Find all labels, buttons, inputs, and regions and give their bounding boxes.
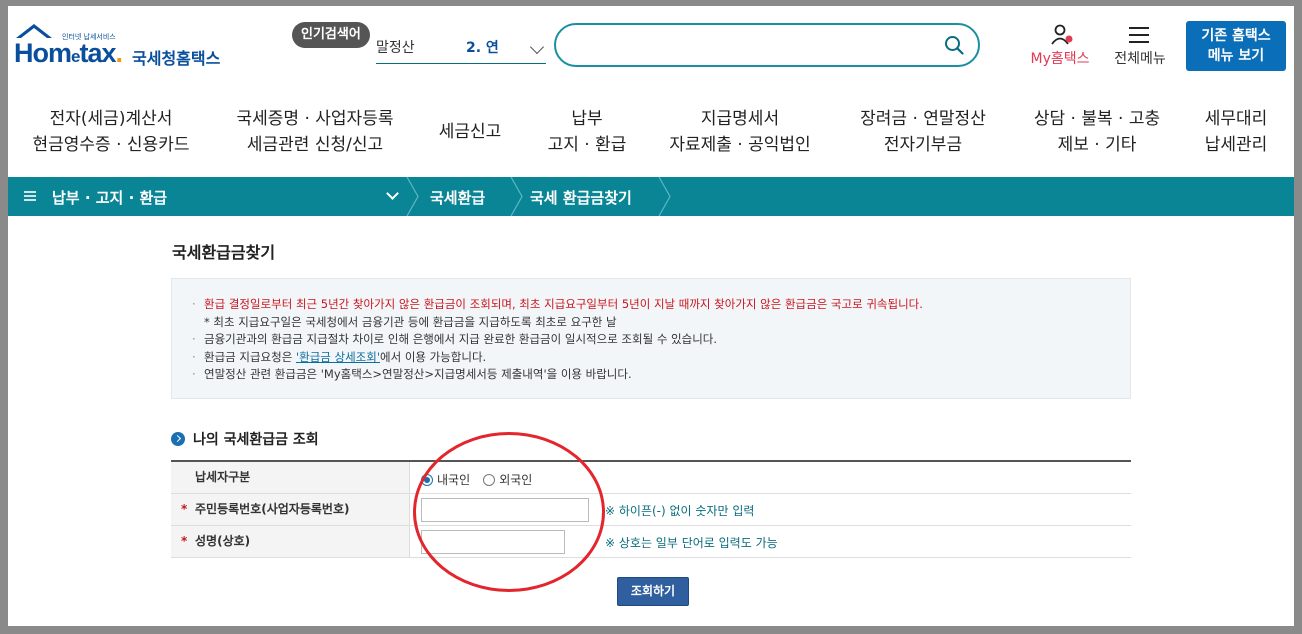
popular-search-select[interactable]: 말정산 2. 연: [376, 30, 546, 64]
name-hint: ※ 상호는 일부 단어로 입력도 가능: [605, 536, 778, 550]
breadcrumb-level1[interactable]: 납부 · 고지 · 환급: [52, 187, 167, 208]
my-hometax-label: My홈택스: [1030, 51, 1090, 67]
gnb-item-tax-filing[interactable]: 세금신고: [424, 119, 516, 145]
hamburger-menu-icon: [1129, 27, 1149, 43]
name-label: * 성명(상호): [171, 526, 410, 557]
chevron-down-icon[interactable]: [529, 39, 545, 55]
logo-name-kr: 국세청홈택스: [132, 49, 221, 68]
gnb-item-payment-refund[interactable]: 납부 고지 · 환급: [538, 106, 636, 158]
legacy-menu-line1: 기존 홈택스: [1201, 28, 1271, 44]
notice-item: · 환급 결정일로부터 최근 5년간 찾아가지 않은 환급금이 조회되며, 최초 …: [192, 297, 923, 311]
main-navigation: 전자(세금)계산서 현금영수증 · 신용카드 국세증명 · 사업자등록 세금관련 신…: [8, 88, 1294, 178]
breadcrumb-separator-icon: [406, 177, 419, 216]
breadcrumb-level3[interactable]: 국세 환급금찾기: [530, 187, 632, 208]
notice-subitem: * 최초 지급요구일은 국세청에서 금융기관 등에 환급금을 지급하도록 최초로…: [204, 314, 617, 329]
notice-item: · 환급금 지급요청은 '환급금 상세조회'에서 이용 가능합니다.: [192, 349, 487, 364]
search-submit-button[interactable]: 조회하기: [617, 577, 689, 606]
all-menu-button[interactable]: 전체메뉴: [1106, 22, 1174, 72]
name-input[interactable]: [421, 530, 565, 554]
gnb-item-incentive-yearend[interactable]: 장려금 · 연말정산 전자기부금: [848, 106, 998, 158]
legacy-menu-button[interactable]: 기존 홈택스 메뉴 보기: [1186, 21, 1286, 71]
radio-domestic[interactable]: 내국인: [421, 471, 470, 488]
legacy-menu-line2: 메뉴 보기: [1207, 48, 1265, 64]
section-title: 나의 국세환급금 조회: [171, 429, 319, 449]
id-number-hint: ※ 하이픈(-) 없이 숫자만 입력: [605, 504, 755, 518]
all-menu-label: 전체메뉴: [1114, 51, 1166, 67]
search-icon[interactable]: [944, 35, 964, 55]
form-row-name: * 성명(상호) ※ 상호는 일부 단어로 입력도 가능: [171, 526, 1131, 558]
id-number-input[interactable]: [421, 498, 589, 522]
search-bar[interactable]: [554, 23, 980, 67]
logo-brand: Hometax.: [14, 38, 123, 68]
form-row-taxpayer-type: 납세자구분 내국인 외국인: [171, 462, 1131, 494]
radio-foreign[interactable]: 외국인: [483, 471, 532, 488]
radio-checked-icon[interactable]: [421, 473, 433, 486]
popular-search-badge: 인기검색어: [292, 22, 370, 48]
site-header: 인터넷 납세서비스 Hometax. 국세청홈택스 인기검색어 말정산 2. 연…: [8, 6, 1294, 88]
breadcrumb: 납부 · 고지 · 환급 국세환급 국세 환급금찾기: [8, 177, 1294, 216]
notice-box: · 환급 결정일로부터 최근 5년간 찾아가지 않은 환급금이 조회되며, 최초 …: [171, 278, 1131, 399]
search-input[interactable]: [572, 33, 932, 57]
form-row-id-number: * 주민등록번호(사업자등록번호) ※ 하이픈(-) 없이 숫자만 입력: [171, 494, 1131, 526]
radio-unchecked-icon[interactable]: [483, 473, 496, 486]
popular-search-text: 말정산: [376, 39, 415, 56]
refund-search-form: 납세자구분 내국인 외국인 * 주민등록번호(사업자등록번호) ※ 하이픈(-) …: [171, 460, 1131, 558]
gnb-item-tax-agent[interactable]: 세무대리 납세관리: [1194, 106, 1278, 158]
breadcrumb-separator-icon: [658, 177, 671, 216]
user-icon: [1051, 24, 1073, 45]
refund-detail-link[interactable]: '환급금 상세조회': [296, 350, 380, 364]
page-title: 국세환급금찾기: [172, 243, 276, 262]
notice-item: · 연말정산 관련 환급금은 'My홈택스>연말정산>지급명세서등 제출내역'을 …: [192, 367, 632, 381]
my-hometax-button[interactable]: My홈택스: [1024, 22, 1096, 72]
arrow-circle-icon: [171, 432, 185, 446]
chevron-down-icon[interactable]: [386, 187, 399, 200]
id-number-label: * 주민등록번호(사업자등록번호): [171, 494, 410, 525]
breadcrumb-separator-icon: [510, 177, 523, 216]
gnb-item-certificates[interactable]: 국세증명 · 사업자등록 세금관련 신청/신고: [230, 106, 400, 158]
breadcrumb-level2[interactable]: 국세환급: [430, 187, 485, 208]
gnb-item-e-invoice[interactable]: 전자(세금)계산서 현금영수증 · 신용카드: [26, 106, 196, 158]
list-menu-icon[interactable]: [24, 190, 36, 202]
notice-item: · 금융기관과의 환급금 지급절차 차이로 인해 은행에서 지급 완료한 환급금이…: [192, 332, 718, 346]
taxpayer-type-label: 납세자구분: [171, 462, 410, 493]
gnb-item-consulting[interactable]: 상담 · 불복 · 고충 제보 · 기타: [1022, 106, 1172, 158]
popular-search-rank: 2. 연: [466, 39, 499, 56]
hometax-logo[interactable]: 인터넷 납세서비스 Hometax. 국세청홈택스: [14, 20, 229, 70]
gnb-item-payment-statement[interactable]: 지급명세서 자료제출 · 공익법인: [660, 106, 820, 158]
